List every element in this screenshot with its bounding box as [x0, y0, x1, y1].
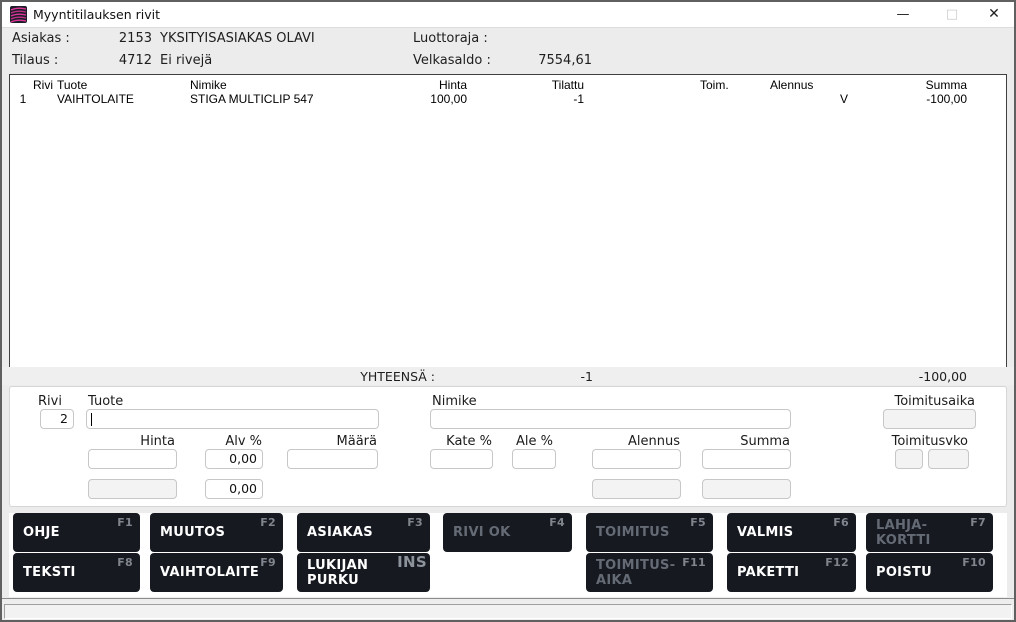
- close-button[interactable]: ✕: [977, 2, 1011, 27]
- toimitusaika-button[interactable]: TOIMITUS- AIKA F11: [586, 553, 713, 592]
- alennus-label: Alennus: [600, 434, 680, 449]
- toimitus-button[interactable]: TOIMITUS F5: [586, 513, 713, 552]
- customer-number: 2153: [100, 31, 152, 46]
- hinta-field-2: [88, 479, 177, 499]
- ale-field[interactable]: [512, 449, 556, 469]
- cell-flag: V: [840, 92, 848, 106]
- muutos-button[interactable]: MUUTOS F2: [150, 513, 283, 552]
- hotkey-f9: F9: [260, 556, 276, 569]
- app-logo-icon: [10, 6, 27, 23]
- cell-hinta: 100,00: [407, 92, 467, 106]
- total-tilattu-value: -1: [513, 369, 593, 384]
- col-header-hinta: Hinta: [407, 78, 467, 92]
- hotkey-f7: F7: [970, 516, 986, 529]
- maara-label: Määrä: [297, 434, 377, 449]
- poistu-button[interactable]: POISTU F10: [866, 553, 993, 592]
- minimize-button[interactable]: —: [886, 2, 920, 27]
- toimitusvko-field-2[interactable]: [928, 449, 969, 469]
- sales-order-rows-window: Myyntitilauksen rivit — □ ✕ Asiakas : 21…: [0, 0, 1016, 622]
- hotkey-f6: F6: [833, 516, 849, 529]
- credit-limit-label: Luottoraja :: [413, 31, 488, 46]
- summa-label: Summa: [710, 434, 790, 449]
- hotkey-f5: F5: [690, 516, 706, 529]
- hotkey-f10: F10: [962, 556, 986, 569]
- hotkey-ins: INS: [397, 553, 427, 571]
- toimitusvko-field-1[interactable]: [895, 449, 923, 469]
- ohje-button[interactable]: OHJE F1: [13, 513, 140, 552]
- cell-tilattu: -1: [524, 92, 584, 106]
- row-edit-form: Rivi 2 Tuote Nimike Toimitusaika Hinta A…: [9, 386, 1007, 507]
- col-header-toim: Toim.: [700, 78, 729, 92]
- hotkey-f11: F11: [682, 556, 706, 569]
- nimike-field[interactable]: [430, 409, 791, 429]
- tuote-field[interactable]: [86, 409, 379, 429]
- hinta-label: Hinta: [95, 434, 175, 449]
- toimitusvko-label: Toimitusvko: [848, 434, 968, 449]
- toimitusaika-label: Toimitusaika: [855, 394, 975, 409]
- col-header-nimike: Nimike: [190, 78, 227, 92]
- alv-field-2: 0,00: [205, 479, 263, 499]
- hotkey-f12: F12: [825, 556, 849, 569]
- window-title: Myyntitilauksen rivit: [33, 7, 160, 22]
- paketti-button[interactable]: PAKETTI F12: [727, 553, 856, 592]
- vaihtolaite-button[interactable]: VAIHTOLAITE F9: [150, 553, 283, 592]
- totals-row: YHTEENSÄ : -1 -100,00: [0, 367, 1016, 385]
- summa-field-2: [702, 479, 791, 499]
- cell-nimike: STIGA MULTICLIP 547: [190, 92, 314, 106]
- col-header-tuote: Tuote: [57, 78, 87, 92]
- debt-balance-label: Velkasaldo :: [413, 53, 491, 68]
- summa-field[interactable]: [702, 449, 791, 469]
- hotkey-f2: F2: [260, 516, 276, 529]
- text-caret: [91, 413, 92, 426]
- customer-label: Asiakas :: [12, 31, 70, 46]
- col-header-tilattu: Tilattu: [524, 78, 584, 92]
- alennus-field[interactable]: [592, 449, 681, 469]
- col-header-summa: Summa: [907, 78, 967, 92]
- ale-label: Ale %: [473, 434, 553, 449]
- maara-field[interactable]: [287, 449, 378, 469]
- cell-tuote: VAIHTOLAITE: [57, 92, 134, 106]
- rivi-field[interactable]: 2: [40, 409, 74, 429]
- order-number: 4712: [100, 53, 152, 68]
- lukijan-purku-button[interactable]: LUKIJAN PURKU INS: [297, 553, 430, 592]
- customer-name: YKSITYISASIAKAS OLAVI: [160, 31, 315, 46]
- cell-summa: -100,00: [907, 92, 967, 106]
- status-message: [4, 604, 1012, 619]
- order-status-text: Ei rivejä: [160, 53, 212, 68]
- nimike-label: Nimike: [432, 394, 477, 409]
- title-bar: Myyntitilauksen rivit — □ ✕: [2, 2, 1014, 28]
- debt-balance-value: 7554,61: [500, 53, 592, 68]
- valmis-button[interactable]: VALMIS F6: [727, 513, 856, 552]
- hotkey-f4: F4: [549, 516, 565, 529]
- teksti-button[interactable]: TEKSTI F8: [13, 553, 140, 592]
- tuote-label: Tuote: [88, 394, 123, 409]
- lahjakortti-button[interactable]: LAHJA- KORTTI F7: [866, 513, 993, 552]
- rivi-label: Rivi: [38, 394, 62, 409]
- total-label: YHTEENSÄ :: [335, 369, 435, 384]
- rivi-ok-button[interactable]: RIVI OK F4: [443, 513, 572, 552]
- col-header-rivi: Rivi: [27, 78, 53, 92]
- total-summa-value: -100,00: [887, 369, 967, 384]
- hinta-field[interactable]: [88, 449, 177, 469]
- col-header-alennus: Alennus: [770, 78, 813, 92]
- function-button-panel: OHJE F1 MUUTOS F2 ASIAKAS F3 RIVI OK F4 …: [9, 513, 1007, 597]
- kate-field[interactable]: [430, 449, 493, 469]
- alv-field[interactable]: 0,00: [205, 449, 263, 469]
- toimitusaika-field[interactable]: [883, 409, 976, 429]
- alv-label: Alv %: [182, 434, 262, 449]
- order-label: Tilaus :: [12, 53, 58, 68]
- hotkey-f8: F8: [117, 556, 133, 569]
- cell-rivi: 1: [10, 92, 36, 106]
- asiakas-button[interactable]: ASIAKAS F3: [297, 513, 430, 552]
- alennus-field-2: [592, 479, 681, 499]
- hotkey-f1: F1: [117, 516, 133, 529]
- maximize-button: □: [935, 2, 969, 27]
- status-bar: [2, 598, 1014, 621]
- hotkey-f3: F3: [407, 516, 423, 529]
- order-rows-table: Rivi Tuote Nimike Hinta Tilattu Toim. Al…: [9, 74, 1007, 368]
